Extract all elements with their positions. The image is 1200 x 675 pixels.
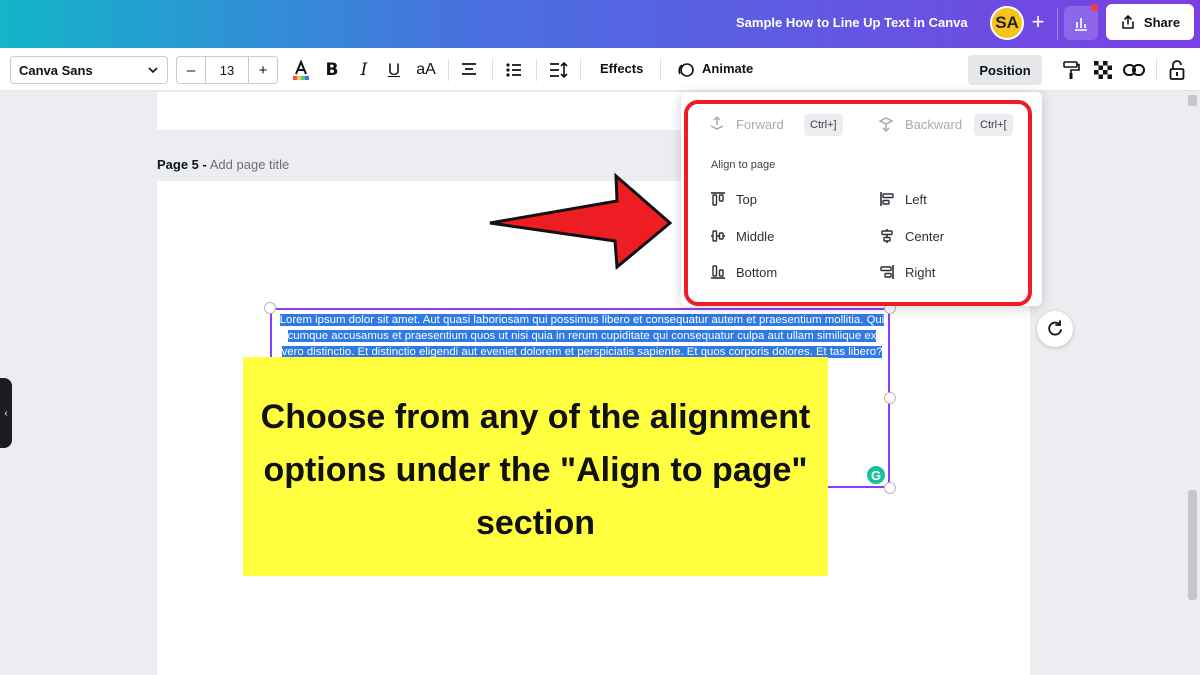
text-color-icon bbox=[293, 59, 309, 80]
resize-handle-bottom-right[interactable] bbox=[884, 482, 896, 494]
scroll-up-indicator[interactable] bbox=[1188, 95, 1197, 106]
lock-icon[interactable] bbox=[1166, 60, 1188, 80]
font-size-stepper: – 13 + bbox=[176, 56, 278, 84]
toolbar-divider bbox=[660, 59, 661, 81]
effects-button[interactable]: Effects bbox=[600, 61, 643, 76]
notification-dot bbox=[1091, 4, 1098, 11]
resize-handle-top-left[interactable] bbox=[264, 302, 276, 314]
share-label: Share bbox=[1143, 14, 1181, 30]
resize-handle-right[interactable] bbox=[884, 392, 896, 404]
page-label: Page 5 - Add page title bbox=[157, 157, 289, 172]
grammarly-icon[interactable]: G bbox=[865, 464, 887, 486]
paint-roller-icon[interactable] bbox=[1060, 60, 1082, 80]
page-title-input[interactable]: Add page title bbox=[210, 157, 290, 172]
align-center-icon[interactable] bbox=[458, 60, 480, 80]
text-color-button[interactable] bbox=[290, 59, 312, 80]
chevron-down-icon bbox=[148, 67, 158, 74]
link-icon[interactable] bbox=[1122, 60, 1146, 80]
highlight-frame-annotation bbox=[684, 100, 1032, 306]
bar-chart-icon bbox=[1075, 18, 1087, 31]
position-button[interactable]: Position bbox=[968, 55, 1042, 85]
share-button[interactable]: Share bbox=[1106, 4, 1194, 40]
italic-icon[interactable]: I bbox=[354, 60, 374, 80]
animate-button[interactable]: Animate bbox=[702, 61, 753, 76]
top-header: Sample How to Line Up Text in Canva SA +… bbox=[0, 0, 1200, 48]
scrollbar-thumb[interactable] bbox=[1188, 490, 1197, 600]
underline-icon[interactable]: U bbox=[384, 60, 404, 80]
refresh-icon bbox=[1048, 320, 1062, 336]
insights-button[interactable] bbox=[1064, 6, 1098, 40]
font-family-select[interactable]: Canva Sans bbox=[10, 56, 168, 84]
font-family-value: Canva Sans bbox=[19, 62, 93, 78]
toolbar-divider bbox=[580, 59, 581, 81]
document-title[interactable]: Sample How to Line Up Text in Canva bbox=[736, 15, 968, 30]
instruction-caption: Choose from any of the alignment options… bbox=[243, 357, 828, 576]
toolbar-divider bbox=[536, 59, 537, 81]
editor-toolbar: Canva Sans – 13 + B I U aA Effects Anima… bbox=[0, 48, 1200, 91]
header-divider bbox=[1057, 8, 1058, 40]
line-spacing-icon[interactable] bbox=[547, 60, 569, 80]
transparency-icon[interactable] bbox=[1092, 60, 1114, 80]
increase-font-size-button[interactable]: + bbox=[249, 57, 277, 83]
side-panel-toggle[interactable]: ‹ bbox=[0, 378, 12, 448]
user-avatar[interactable]: SA bbox=[990, 6, 1024, 40]
add-collaborator-button[interactable]: + bbox=[1026, 11, 1050, 35]
regenerate-button[interactable] bbox=[1037, 311, 1073, 347]
bold-icon[interactable]: B bbox=[322, 60, 342, 80]
toolbar-divider bbox=[1156, 59, 1157, 81]
toolbar-divider bbox=[492, 59, 493, 81]
bullet-list-icon[interactable] bbox=[503, 60, 525, 80]
font-size-input[interactable]: 13 bbox=[205, 57, 249, 83]
decrease-font-size-button[interactable]: – bbox=[177, 57, 205, 83]
page-number: Page 5 - bbox=[157, 157, 207, 172]
caption-text: Choose from any of the alignment options… bbox=[260, 398, 811, 542]
animate-icon bbox=[676, 60, 696, 80]
text-case-button[interactable]: aA bbox=[414, 60, 438, 80]
share-icon bbox=[1122, 15, 1134, 29]
toolbar-divider bbox=[448, 59, 449, 81]
red-arrow-annotation bbox=[489, 172, 672, 270]
